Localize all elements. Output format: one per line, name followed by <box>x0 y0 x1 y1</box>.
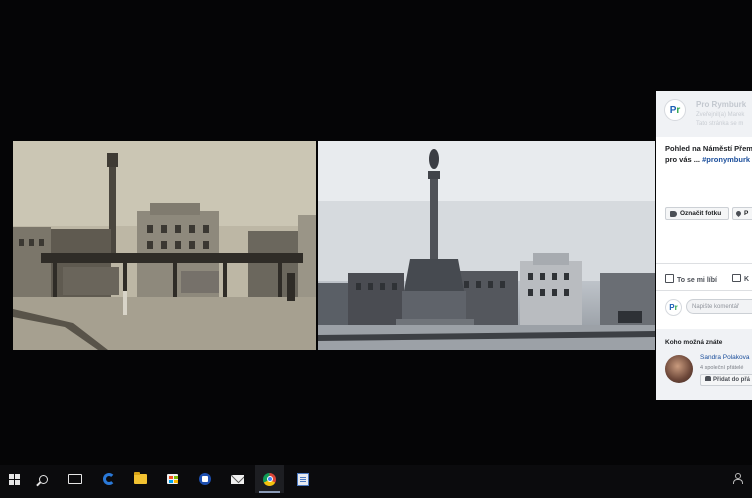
search-icon <box>39 474 48 484</box>
historic-square-photo[interactable] <box>13 141 316 350</box>
post-text-prefix: pro vás ... <box>665 155 701 164</box>
historic-photo-art <box>13 141 316 350</box>
modern-square-photo[interactable] <box>318 141 655 350</box>
divider <box>656 263 752 264</box>
avatar[interactable] <box>665 355 693 383</box>
post-text: Pohled na Náměstí Přemy pro vás ... #pro… <box>665 143 752 165</box>
task-view-icon <box>67 474 82 484</box>
comment-label: K <box>744 276 750 283</box>
file-explorer-button[interactable] <box>126 465 155 493</box>
post-header: Pr Pro Rymburk Zveřejnil(a) Marek Tato s… <box>656 91 752 137</box>
location-button[interactable]: P <box>732 207 752 220</box>
store-button[interactable] <box>158 465 187 493</box>
screen: Pr Pro Rymburk Zveřejnil(a) Marek Tato s… <box>0 0 752 498</box>
like-button[interactable]: To se mi líbí <box>665 274 717 284</box>
comment-composer: Pr Napište komentář <box>665 297 752 316</box>
reaction-bar: To se mi líbí K <box>665 274 752 286</box>
location-pin-icon <box>734 209 743 218</box>
post-text-line-1: Pohled na Náměstí Přemy <box>665 144 752 153</box>
file-explorer-icon <box>134 472 147 484</box>
post-author: Zveřejnil(a) Marek <box>696 112 745 118</box>
taskbar <box>0 465 752 498</box>
page-name[interactable]: Pro Rymburk <box>696 100 746 109</box>
tag-icon <box>670 210 677 217</box>
pymk-title: Koho možná znáte <box>665 339 723 346</box>
modern-photo-art <box>318 141 655 350</box>
document-app-icon <box>296 472 309 486</box>
document-app-button[interactable] <box>288 465 317 493</box>
commenter-avatar: Pr <box>665 299 682 316</box>
facebook-post-panel: Pr Pro Rymburk Zveřejnil(a) Marek Tato s… <box>656 91 752 400</box>
windows-start-icon <box>9 473 20 485</box>
chrome-icon <box>263 472 276 486</box>
comment-icon <box>732 274 741 282</box>
app-icon <box>198 473 211 485</box>
edge-icon <box>102 473 115 485</box>
post-text-line-2: pro vás ... #pronymburk <box>665 154 752 165</box>
page-note: Tato stránka se m <box>696 121 744 127</box>
app-button[interactable] <box>190 465 219 493</box>
add-friend-label: Přidat do přá <box>713 377 751 383</box>
people-icon[interactable] <box>732 473 743 484</box>
mail-icon <box>231 474 244 484</box>
mutual-friends: 4 společní přátelé <box>700 365 744 371</box>
photo-actions: Označit fotku P <box>665 207 752 221</box>
search-button[interactable] <box>29 465 58 493</box>
thumbs-up-icon <box>665 274 674 283</box>
suggested-person-name[interactable]: Sandra Polakova <box>700 354 750 361</box>
like-label: To se mi líbí <box>677 277 717 284</box>
store-icon <box>167 474 178 484</box>
location-label: P <box>744 210 749 217</box>
task-view-button[interactable] <box>60 465 89 493</box>
tag-photo-label: Označit fotku <box>680 210 722 217</box>
divider <box>656 290 752 291</box>
comment-input[interactable]: Napište komentář <box>686 299 752 314</box>
tag-photo-button[interactable]: Označit fotku <box>665 207 729 220</box>
hashtag-link[interactable]: #pronymburk <box>702 155 750 164</box>
chrome-button[interactable] <box>255 465 284 493</box>
start-button[interactable] <box>0 465 29 493</box>
mail-button[interactable] <box>223 465 252 493</box>
add-friend-button[interactable]: Přidat do přá <box>700 374 752 386</box>
page-logo[interactable]: Pr <box>664 99 686 121</box>
edge-button[interactable] <box>94 465 123 493</box>
add-friend-icon <box>705 376 711 381</box>
comment-button[interactable]: K <box>732 274 749 283</box>
